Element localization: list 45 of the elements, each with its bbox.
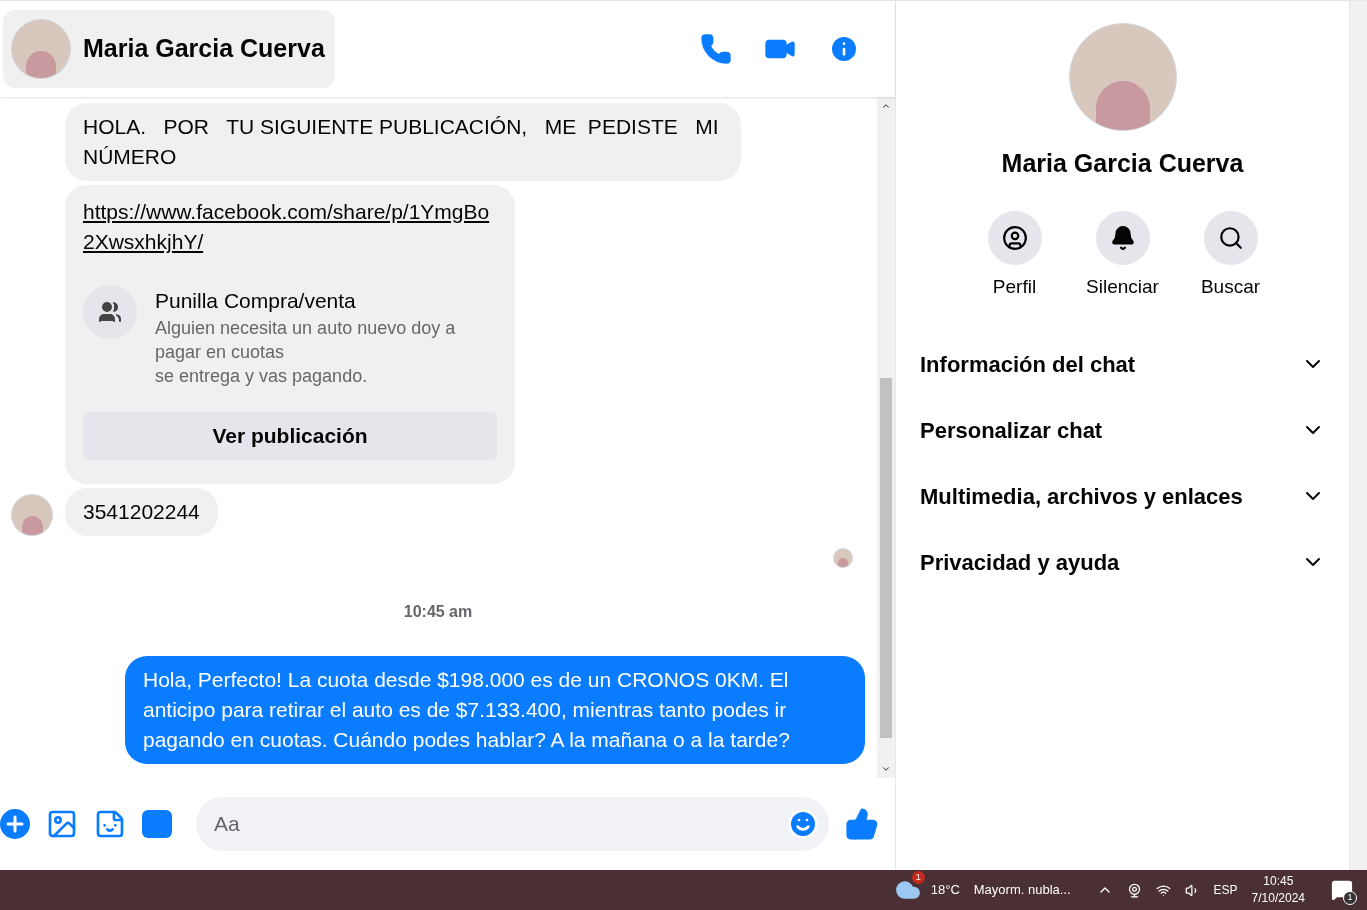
post-description: Alguien necesita un auto nuevo doy a pagar en cuotas se entrega y vas pagando.	[155, 317, 457, 388]
profile-action-button[interactable]: Buscar	[1194, 210, 1267, 301]
plus-icon[interactable]	[0, 809, 30, 839]
wifi-icon[interactable]	[1155, 882, 1171, 898]
scroll-up-icon[interactable]	[881, 101, 891, 111]
phone-icon[interactable]	[700, 33, 732, 65]
search-icon	[1217, 224, 1244, 251]
profile-action-button[interactable]: Perfil	[978, 210, 1051, 301]
bell-icon	[1109, 224, 1136, 251]
avatar-picture	[11, 494, 53, 536]
camera-icon[interactable]	[1126, 882, 1142, 898]
message-bubble: Hola, Perfecto! La cuota desde $198.000 es de un CRONOS 0KM. El anticipo para retirar el auto es de $7.133.400, mientras tanto podes ir pagando en cuotas. Cuándo podes hablar? A la mañana o a la tarde?	[125, 656, 865, 764]
avatar-picture	[833, 548, 853, 568]
group-name: Punilla Compra/venta	[155, 287, 357, 314]
contact-header-button[interactable]: Maria Garcia Cuerva	[3, 10, 335, 88]
profile-name: Maria Garcia Cuerva	[1001, 148, 1244, 179]
photo-icon[interactable]	[46, 808, 78, 840]
language-indicator[interactable]: ESP	[1213, 881, 1238, 899]
thumbs-up-icon[interactable]	[845, 807, 879, 841]
chat-info-section[interactable]: Personalizar chat	[912, 397, 1333, 463]
scrollbar-thumb[interactable]	[880, 377, 892, 738]
message-bubble: HOLA. POR TU SIGUIENTE PUBLICACIÓN, ME PEDISTE MI NÚMERO	[65, 102, 741, 181]
profile-action-button[interactable]: Silenciar	[1086, 210, 1159, 301]
notification-count: 1	[1343, 891, 1357, 905]
sticker-icon[interactable]	[94, 808, 126, 840]
clock-date[interactable]: 7/10/2024	[1251, 890, 1305, 907]
message-input[interactable]: Aa	[196, 797, 829, 851]
chat-info-section[interactable]: Información del chat	[912, 331, 1333, 397]
notifications-icon[interactable]	[1331, 879, 1353, 901]
chat-info-section[interactable]: Privacidad y ayuda	[912, 529, 1333, 595]
view-post-button[interactable]: Ver publicación	[83, 412, 497, 460]
timestamp: 10:45 am	[403, 602, 473, 622]
weather-badge: 1	[911, 871, 925, 884]
weather-text[interactable]: Mayorm. nubla...	[973, 880, 1071, 900]
post-link[interactable]: https://www.facebook.com/share/p/1YmgBo2XwsxhkjhY/	[83, 196, 497, 257]
profile-icon	[1001, 224, 1028, 251]
message-bubble: 3541202244	[65, 488, 218, 536]
chat-info-section[interactable]: Multimedia, archivos y enlaces	[912, 463, 1333, 529]
scrollbar[interactable]	[877, 97, 895, 778]
contact-name: Maria Garcia Cuerva	[83, 33, 325, 65]
clock-time[interactable]: 10:45	[1263, 873, 1294, 890]
scroll-down-icon[interactable]	[881, 764, 891, 774]
emoji-icon[interactable]	[787, 808, 819, 840]
temperature[interactable]: 18°C	[930, 880, 960, 900]
page-scrollbar[interactable]	[1350, 1, 1367, 870]
